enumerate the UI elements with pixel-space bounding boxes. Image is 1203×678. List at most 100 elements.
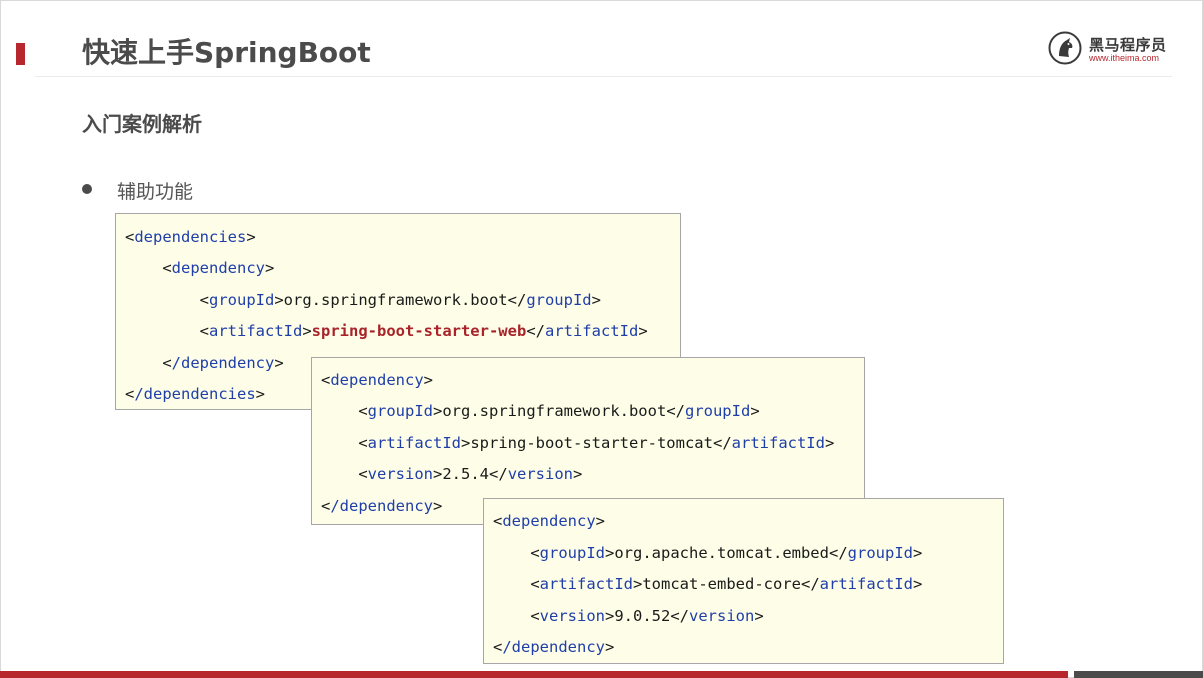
xml-tag-name: dependency (171, 259, 265, 277)
code-bracket: > (754, 607, 764, 625)
code-line: </dependency> (321, 496, 442, 516)
xml-tag-value: spring-boot-starter-tomcat (470, 434, 713, 452)
code-bracket: < (162, 354, 172, 372)
code-line: <version>2.5.4</version> (321, 464, 582, 484)
code-bracket: > (605, 638, 615, 656)
xml-tag-value: 9.0.52 (614, 607, 671, 625)
code-bracket: > (605, 544, 615, 562)
code-bracket: > (274, 354, 284, 372)
xml-tag-value: spring-boot-starter-web (311, 322, 527, 340)
code-bracket: > (824, 434, 835, 452)
code-bracket: </ (489, 465, 508, 483)
xml-tag-name: artifactId (209, 322, 303, 340)
code-line: </dependencies> (125, 384, 265, 404)
code-bracket: < (493, 638, 503, 656)
code-line: <artifactId>spring-boot-starter-tomcat</… (321, 433, 834, 453)
xml-tag-value: org.springframework.boot (283, 291, 508, 309)
code-line: <groupId>org.apache.tomcat.embed</groupI… (493, 543, 922, 563)
code-line: <dependencies> (125, 227, 256, 247)
code-line: <version>9.0.52</version> (493, 606, 764, 626)
xml-tag-name: groupId (539, 544, 605, 562)
xml-tag-name: /dependencies (134, 385, 256, 403)
xml-tag-name: artifactId (544, 322, 639, 340)
xml-tag-name: dependency (502, 512, 596, 530)
code-bracket: < (199, 322, 209, 340)
code-bracket: > (912, 544, 923, 562)
bullet-text: 辅助功能 (117, 181, 194, 203)
code-bracket: > (274, 291, 284, 309)
code-bracket: </ (666, 402, 685, 420)
code-bracket: > (573, 465, 583, 483)
code-line: <artifactId>tomcat-embed-core</artifactI… (493, 574, 922, 594)
code-bracket: > (255, 385, 266, 403)
horse-head-icon (1048, 31, 1082, 65)
xml-tag-value: tomcat-embed-core (642, 575, 801, 593)
code-line: </dependency> (125, 353, 284, 373)
xml-tag-value: org.apache.tomcat.embed (614, 544, 829, 562)
code-bracket: </ (800, 575, 820, 593)
code-line: <dependency> (125, 258, 274, 278)
code-bracket: </ (670, 607, 690, 625)
code-bracket: < (530, 575, 540, 593)
xml-tag-name: artifactId (367, 434, 461, 452)
code-line: <groupId>org.springframework.boot</group… (321, 401, 760, 421)
xml-tag-value: 2.5.4 (442, 465, 490, 483)
xml-tag-name: groupId (526, 291, 592, 309)
footer-bar-gray (1074, 671, 1203, 678)
code-bracket: > (246, 228, 256, 246)
code-bracket: > (423, 371, 434, 389)
xml-tag-name: groupId (847, 544, 913, 562)
xml-tag-value: org.springframework.boot (442, 402, 667, 420)
code-bracket: < (358, 402, 368, 420)
xml-tag-name: dependencies (134, 228, 247, 246)
code-bracket: > (912, 575, 923, 593)
brand-logo: 黑马程序员 www.itheima.com (1048, 30, 1178, 70)
code-line: <dependency> (321, 370, 433, 390)
code-line: <artifactId>spring-boot-starter-web</art… (125, 321, 648, 341)
brand-url: www.itheima.com (1089, 53, 1160, 63)
code-bracket: > (433, 497, 443, 515)
bullet-icon (82, 184, 92, 194)
code-bracket: </ (507, 291, 527, 309)
title-accent-bar (16, 43, 25, 65)
brand-name: 黑马程序员 (1089, 36, 1167, 54)
code-bracket: > (461, 434, 471, 452)
code-bracket: > (433, 402, 443, 420)
code-bracket: < (358, 434, 368, 452)
footer-bar-red (0, 671, 1068, 678)
code-bracket: < (530, 607, 540, 625)
code-bracket: > (750, 402, 760, 420)
code-bracket: < (125, 228, 135, 246)
code-bracket: > (638, 322, 648, 340)
xml-tag-name: version (689, 607, 755, 625)
code-bracket: > (633, 575, 643, 593)
xml-tag-name: version (507, 465, 574, 483)
code-bracket: < (321, 497, 331, 515)
code-bracket: > (595, 512, 606, 530)
xml-tag-name: artifactId (539, 575, 633, 593)
xml-tag-name: groupId (209, 291, 275, 309)
code-bracket: < (162, 259, 172, 277)
xml-tag-name: groupId (684, 402, 751, 420)
xml-tag-name: /dependency (171, 354, 275, 372)
code-bracket: </ (526, 322, 545, 340)
xml-tag-name: groupId (367, 402, 433, 420)
code-bracket: < (125, 385, 135, 403)
title-divider (35, 76, 1172, 77)
xml-tag-name: /dependency (330, 497, 433, 515)
code-bracket: </ (828, 544, 848, 562)
code-block-tomcat-embed-core: <dependency> <groupId>org.apache.tomcat.… (483, 498, 1004, 664)
code-bracket: < (493, 512, 503, 530)
code-line: <groupId>org.springframework.boot</group… (125, 290, 601, 310)
code-bracket: < (358, 465, 368, 483)
code-bracket: > (265, 259, 275, 277)
xml-tag-name: version (539, 607, 605, 625)
